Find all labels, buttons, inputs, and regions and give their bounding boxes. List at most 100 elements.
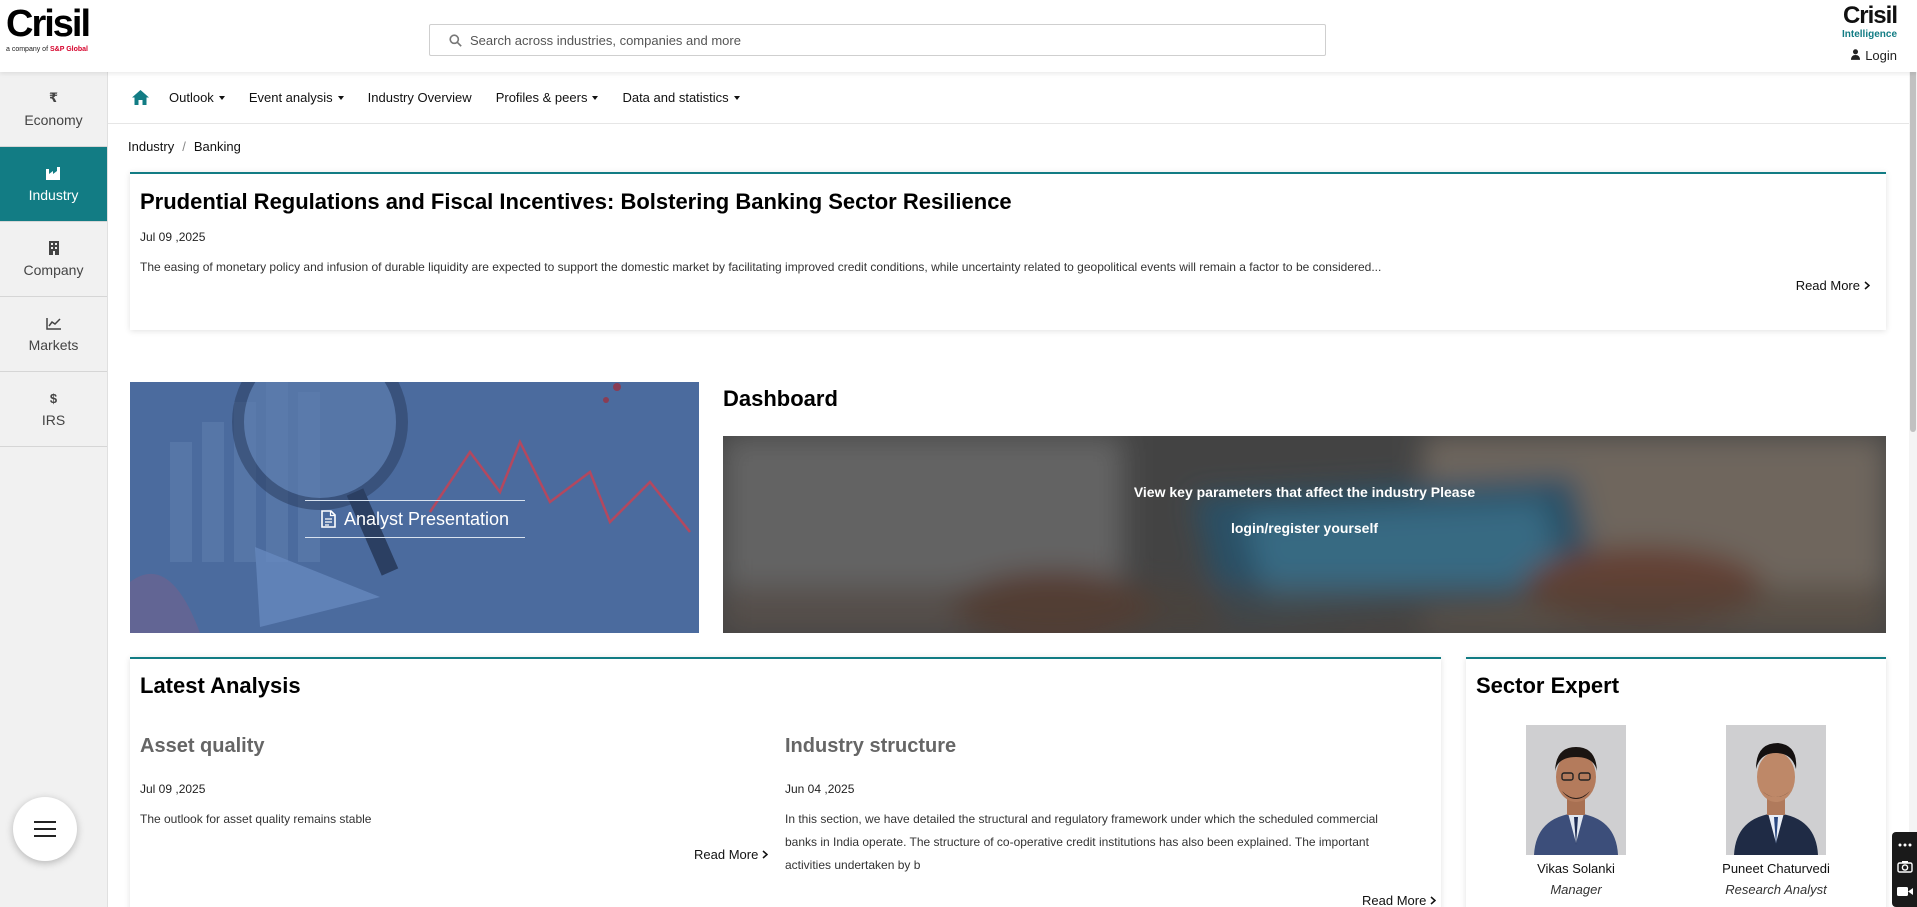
sidebar-item-label: Industry: [28, 187, 79, 203]
nav-industry-overview[interactable]: Industry Overview: [368, 90, 472, 105]
breadcrumb-industry[interactable]: Industry: [128, 139, 174, 154]
crisil-logo[interactable]: Crisil a company of S&P Global: [6, 4, 106, 62]
sidebar-item-label: Company: [23, 262, 84, 278]
analysis-item-date: Jul 09 ,2025: [140, 782, 206, 796]
logo-wordmark: Crisil: [6, 3, 91, 45]
more-options-icon[interactable]: [1898, 842, 1912, 848]
hamburger-menu-icon: [34, 821, 56, 837]
login-link[interactable]: Login: [1842, 48, 1897, 63]
analyst-presentation-label: Analyst Presentation: [343, 508, 510, 529]
breadcrumb-banking: Banking: [193, 139, 241, 154]
expert-profile[interactable]: Vikas Solanki Manager: [1496, 725, 1656, 897]
nav-event-analysis-label: Event analysis: [248, 90, 333, 105]
read-more-label: Read More: [1795, 278, 1860, 293]
dollar-icon: $: [49, 390, 58, 406]
analyst-presentation-button[interactable]: Analyst Presentation: [305, 500, 525, 538]
nav-industry-overview-label: Industry Overview: [367, 90, 472, 105]
featured-date: Jul 09 ,2025: [140, 230, 206, 244]
camera-icon[interactable]: [1896, 860, 1913, 874]
rupee-icon: ₹: [48, 90, 59, 105]
analysis-item: Industry structure Jun 04 ,2025 In this …: [785, 735, 1385, 877]
logo-tagline: a company of S&P Global: [6, 46, 106, 53]
home-icon[interactable]: [132, 90, 149, 105]
analysis-item: Asset quality Jul 09 ,2025 The outlook f…: [140, 735, 760, 831]
caret-down-icon: [733, 95, 740, 100]
video-camera-icon[interactable]: [1896, 886, 1913, 897]
search-icon: [440, 25, 470, 55]
sector-expert-card: Sector Expert Vikas Solanki Manager Pune…: [1466, 657, 1886, 907]
latest-analysis-title: Latest Analysis: [140, 673, 301, 698]
expert-role: Manager: [1550, 882, 1602, 897]
brand-right-subtitle: Intelligence: [1841, 29, 1897, 40]
analysis-item-title[interactable]: Asset quality: [140, 735, 760, 758]
user-icon: [1851, 48, 1861, 63]
featured-title[interactable]: Prudential Regulations and Fiscal Incent…: [140, 188, 1876, 216]
nav-data-statistics[interactable]: Data and statistics: [622, 90, 740, 105]
sidebar-item-label: IRS: [41, 412, 66, 428]
dashboard-message-line1: View key parameters that affect the indu…: [1133, 484, 1476, 500]
expert-name: Vikas Solanki: [1537, 861, 1615, 876]
page-scrollbar[interactable]: [1909, 0, 1917, 907]
top-header: Crisil a company of S&P Global Crisil In…: [0, 0, 1917, 72]
featured-read-more-link[interactable]: Read More: [1796, 278, 1870, 293]
nav-profiles-peers-label: Profiles & peers: [495, 90, 588, 105]
chevron-right-icon: [1864, 281, 1870, 290]
featured-summary: The easing of monetary policy and infusi…: [140, 260, 1382, 274]
nav-data-statistics-label: Data and statistics: [622, 90, 729, 105]
logo-tagline-prefix: a company of: [6, 46, 49, 53]
sidebar-item-company[interactable]: Company: [0, 222, 107, 297]
featured-article-card: Prudential Regulations and Fiscal Incent…: [130, 172, 1886, 330]
sector-expert-title: Sector Expert: [1476, 673, 1620, 698]
breadcrumb-separator: /: [182, 139, 186, 154]
line-chart-icon: [45, 315, 62, 331]
sidebar-item-label: Markets: [28, 337, 79, 353]
expert-photo: [1526, 725, 1626, 855]
building-icon: [48, 240, 59, 256]
sidebar-item-label: Economy: [24, 112, 83, 128]
analysis-item-date: Jun 04 ,2025: [785, 782, 855, 796]
nav-outlook-label: Outlook: [169, 90, 214, 105]
read-more-label: Read More: [694, 847, 759, 862]
chevron-right-icon: [1430, 896, 1437, 905]
dashboard-message-line2[interactable]: login/register yourself: [723, 520, 1886, 536]
analysis-read-more-link[interactable]: Read More: [694, 847, 769, 862]
expert-photo: [1726, 725, 1826, 855]
caret-down-icon: [592, 95, 599, 100]
analyst-presentation-banner[interactable]: Analyst Presentation: [130, 382, 699, 633]
dashboard-locked-panel[interactable]: View key parameters that affect the indu…: [723, 436, 1886, 633]
breadcrumb: Industry / Banking: [128, 139, 241, 154]
chevron-right-icon: [762, 850, 769, 859]
nav-event-analysis[interactable]: Event analysis: [249, 90, 344, 105]
analysis-item-title[interactable]: Industry structure: [785, 735, 1385, 758]
nav-profiles-peers[interactable]: Profiles & peers: [496, 90, 599, 105]
expert-profile[interactable]: Puneet Chaturvedi Research Analyst: [1696, 725, 1856, 897]
capture-toolbar-widget[interactable]: [1892, 832, 1917, 907]
document-icon: [321, 510, 336, 528]
analysis-item-summary: The outlook for asset quality remains st…: [140, 812, 372, 826]
analysis-read-more-link[interactable]: Read More: [1362, 893, 1437, 907]
brand-right-title: Crisil: [1842, 2, 1898, 29]
factory-icon: [46, 165, 61, 181]
caret-down-icon: [218, 95, 225, 100]
nav-outlook[interactable]: Outlook: [169, 90, 225, 105]
logo-tagline-brand: S&P Global: [49, 46, 88, 53]
dashboard-title: Dashboard: [723, 386, 838, 411]
top-navigation: Outlook Event analysis Industry Overview…: [108, 72, 1909, 124]
login-label: Login: [1865, 48, 1897, 63]
caret-down-icon: [337, 95, 344, 100]
main-content: Industry / Banking Prudential Regulation…: [108, 124, 1909, 907]
sidebar-item-markets[interactable]: Markets: [0, 297, 107, 372]
sidebar-item-industry[interactable]: Industry: [0, 147, 107, 222]
search-bar[interactable]: [429, 24, 1326, 56]
search-input[interactable]: [470, 32, 1325, 48]
expert-name: Puneet Chaturvedi: [1722, 861, 1830, 876]
sidebar-item-irs[interactable]: $ IRS: [0, 372, 107, 447]
read-more-label: Read More: [1362, 893, 1427, 907]
sidebar: ₹ Economy Industry Company Markets $ IRS: [0, 72, 108, 907]
analysis-item-summary: In this section, we have detailed the st…: [785, 812, 1378, 872]
menu-fab-button[interactable]: [13, 797, 77, 861]
sidebar-item-economy[interactable]: ₹ Economy: [0, 72, 107, 147]
latest-analysis-card: Latest Analysis Asset quality Jul 09 ,20…: [130, 657, 1441, 907]
expert-role: Research Analyst: [1725, 882, 1827, 897]
crisil-intelligence-brand: Crisil Intelligence Login: [1841, 2, 1898, 64]
